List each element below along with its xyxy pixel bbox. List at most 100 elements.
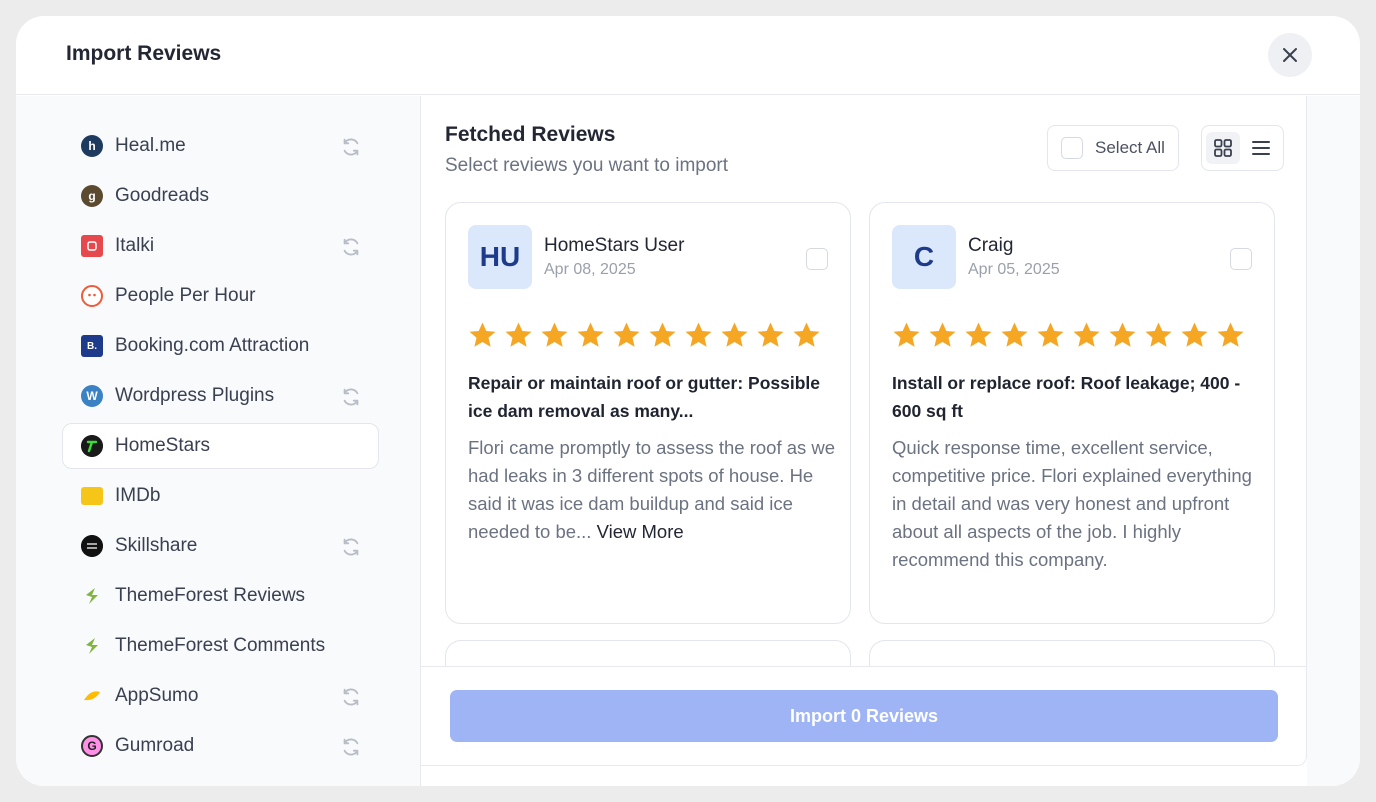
imdb-icon	[81, 487, 103, 505]
sidebar-item-gumroad[interactable]: G Gumroad	[62, 723, 379, 769]
import-reviews-modal: Import Reviews h Heal.me g Goodreads Italki P…	[16, 16, 1360, 786]
star-icon	[965, 322, 992, 347]
sync-icon[interactable]	[340, 736, 362, 758]
peopleperhour-icon	[81, 285, 103, 307]
close-button[interactable]	[1268, 33, 1312, 77]
star-icon	[929, 322, 956, 347]
italki-icon	[81, 235, 103, 257]
import-reviews-button[interactable]: Import 0 Reviews	[450, 690, 1278, 742]
review-body: Quick response time, excellent service, …	[892, 434, 1262, 574]
themeforest-icon	[81, 585, 103, 607]
star-icon	[1001, 322, 1028, 347]
sidebar-item-label: Skillshare	[115, 535, 198, 556]
panel-footer: Import 0 Reviews	[421, 666, 1306, 765]
star-icon	[1037, 322, 1064, 347]
sidebar-item-people-per-hour[interactable]: People Per Hour	[62, 273, 379, 319]
sidebar-item-label: HomeStars	[115, 435, 211, 456]
review-title: Install or replace roof: Roof leakage; 4…	[892, 373, 1241, 421]
sidebar-item-italki[interactable]: Italki	[62, 223, 379, 269]
booking-icon: B.	[81, 335, 103, 357]
star-icon	[649, 322, 676, 347]
healme-icon: h	[81, 135, 103, 157]
sidebar-item-label: People Per Hour	[115, 285, 256, 306]
star-icon	[577, 322, 604, 347]
review-date: Apr 05, 2025	[968, 261, 1060, 278]
sidebar-item-label: Heal.me	[115, 135, 186, 156]
sidebar-gutter	[1307, 96, 1360, 786]
gumroad-icon: G	[81, 735, 103, 757]
appsumo-icon	[81, 685, 103, 707]
reviewer-name: Craig	[968, 235, 1014, 256]
goodreads-icon: g	[81, 185, 103, 207]
review-text: Quick response time, excellent service, …	[892, 437, 1252, 570]
sidebar-item-skillshare[interactable]: Skillshare	[62, 523, 379, 569]
sidebar-item-themeforest-reviews[interactable]: ThemeForest Reviews	[62, 573, 379, 619]
star-icon	[721, 322, 748, 347]
sidebar-item-imdb[interactable]: IMDb	[62, 473, 379, 519]
skillshare-icon	[81, 535, 103, 557]
star-icon	[613, 322, 640, 347]
star-icon	[1217, 322, 1244, 347]
star-icon	[685, 322, 712, 347]
sync-icon[interactable]	[340, 386, 362, 408]
sidebar-item-themeforest-comments[interactable]: ThemeForest Comments	[62, 623, 379, 669]
modal-header: Import Reviews	[16, 16, 1360, 95]
grid-view-button[interactable]	[1206, 132, 1240, 164]
star-icon	[541, 322, 568, 347]
sidebar-item-label: Italki	[115, 235, 155, 256]
reviewer-name: HomeStars User	[544, 235, 685, 256]
review-date: Apr 08, 2025	[544, 261, 636, 278]
sidebar-item-label: Wordpress Plugins	[115, 385, 275, 406]
review-title: Repair or maintain roof or gutter: Possi…	[468, 373, 820, 421]
grid-icon	[1214, 139, 1232, 157]
panel-title: Fetched Reviews	[445, 123, 616, 146]
sidebar-item-wordpress-plugins[interactable]: W Wordpress Plugins	[62, 373, 379, 419]
list-icon	[1252, 141, 1270, 155]
sidebar-item-label: ThemeForest Comments	[115, 635, 326, 656]
list-view-button[interactable]	[1244, 132, 1278, 164]
star-rating	[468, 321, 821, 350]
select-all-checkbox[interactable]: Select All	[1047, 125, 1179, 171]
star-icon	[893, 322, 920, 347]
sidebar-item-homestars[interactable]: HomeStars	[62, 423, 379, 469]
star-icon	[1181, 322, 1208, 347]
review-card[interactable]: C Craig Apr 05, 2025 Install or replace …	[869, 202, 1275, 624]
view-more-link[interactable]: View More	[597, 521, 684, 542]
fetched-reviews-panel: Fetched Reviews Select reviews you want …	[421, 96, 1307, 766]
sync-icon[interactable]	[340, 136, 362, 158]
sync-icon[interactable]	[340, 536, 362, 558]
star-icon	[469, 322, 496, 347]
star-icon	[1109, 322, 1136, 347]
star-icon	[757, 322, 784, 347]
sidebar-item-booking-com-attraction[interactable]: B. Booking.com Attraction	[62, 323, 379, 369]
review-select-checkbox[interactable]	[806, 248, 828, 270]
sidebar-item-label: ThemeForest Reviews	[115, 585, 306, 606]
sidebar-item-label: Gumroad	[115, 735, 195, 756]
close-icon	[1283, 48, 1297, 62]
review-select-checkbox[interactable]	[1230, 248, 1252, 270]
view-toggle	[1201, 125, 1284, 171]
source-sidebar: h Heal.me g Goodreads Italki People Per Hour B…	[16, 96, 421, 786]
sidebar-item-label: IMDb	[115, 485, 161, 506]
avatar: C	[892, 225, 956, 289]
modal-title: Import Reviews	[66, 42, 222, 65]
panel-subtitle: Select reviews you want to import	[445, 155, 729, 176]
star-rating	[892, 321, 1245, 350]
review-body: Flori came promptly to assess the roof a…	[468, 434, 838, 546]
sidebar-item-label: AppSumo	[115, 685, 199, 706]
sidebar-item-heal-me[interactable]: h Heal.me	[62, 123, 379, 169]
homestars-icon	[81, 435, 103, 457]
sync-icon[interactable]	[340, 686, 362, 708]
review-card[interactable]: HU HomeStars User Apr 08, 2025 Repair or…	[445, 202, 851, 624]
checkbox[interactable]	[1061, 137, 1083, 159]
star-icon	[1145, 322, 1172, 347]
avatar: HU	[468, 225, 532, 289]
star-icon	[793, 322, 820, 347]
sidebar-item-label: Goodreads	[115, 185, 210, 206]
select-all-label: Select All	[1095, 138, 1165, 157]
sync-icon[interactable]	[340, 236, 362, 258]
sidebar-item-label: Booking.com Attraction	[115, 335, 310, 356]
sidebar-item-goodreads[interactable]: g Goodreads	[62, 173, 379, 219]
sidebar-item-appsumo[interactable]: AppSumo	[62, 673, 379, 719]
star-icon	[1073, 322, 1100, 347]
